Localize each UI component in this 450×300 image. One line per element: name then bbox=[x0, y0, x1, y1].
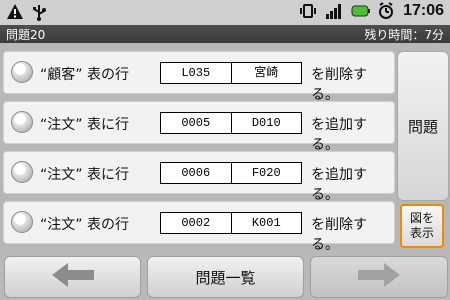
remaining-time: 残り時間：7分 bbox=[364, 28, 444, 42]
record-key: 0002 bbox=[181, 216, 211, 230]
answer-choice-4[interactable]: “注文” 表の行 0002 K001 を削除する。 bbox=[3, 201, 395, 253]
show-diagram-label-line2: 表示 bbox=[409, 226, 434, 240]
battery-icon bbox=[351, 2, 371, 20]
title-bar: 問題20 残り時間：7分 bbox=[0, 25, 450, 43]
show-diagram-label-line1: 図を bbox=[409, 211, 434, 225]
show-diagram-button[interactable]: 図を 表示 bbox=[400, 204, 444, 248]
radio-button[interactable] bbox=[11, 61, 33, 83]
warning-icon bbox=[6, 3, 24, 21]
radio-button[interactable] bbox=[11, 211, 33, 233]
question-button[interactable]: 問題 bbox=[397, 51, 449, 201]
row-record: 0006 F020 bbox=[160, 162, 302, 184]
usb-icon bbox=[30, 3, 48, 21]
choice-prefix: “注文” 表に行 bbox=[40, 167, 129, 183]
status-right-icons: 17:06 bbox=[299, 2, 444, 20]
choice-action: を追加する。 bbox=[311, 117, 367, 153]
record-key: L035 bbox=[181, 66, 211, 80]
record-value: 宮崎 bbox=[230, 63, 302, 83]
answer-choice-2[interactable]: “注文” 表に行 0005 D010 を追加する。 bbox=[3, 101, 395, 153]
choice-action: を削除する。 bbox=[311, 217, 367, 253]
radio-button[interactable] bbox=[11, 111, 33, 133]
previous-button[interactable] bbox=[4, 256, 141, 298]
choice-action: を追加する。 bbox=[311, 167, 367, 203]
radio-button[interactable] bbox=[11, 161, 33, 183]
next-button[interactable] bbox=[310, 256, 448, 298]
choice-prefix: “顧客” 表の行 bbox=[40, 67, 129, 83]
choice-prefix: “注文” 表に行 bbox=[40, 117, 129, 133]
show-diagram-label: 図を 表示 bbox=[410, 211, 434, 241]
choice-action: を削除する。 bbox=[311, 67, 367, 103]
row-record: 0005 D010 bbox=[160, 112, 302, 134]
record-value: F020 bbox=[230, 163, 302, 183]
arrow-left-icon bbox=[50, 261, 96, 293]
record-value: K001 bbox=[230, 213, 302, 233]
alarm-icon bbox=[377, 2, 395, 20]
bottom-nav: 問題一覧 bbox=[0, 250, 450, 300]
choice-prefix: “注文” 表の行 bbox=[40, 217, 129, 233]
question-button-label: 問題 bbox=[407, 117, 438, 136]
status-bar: 17:06 bbox=[0, 0, 450, 26]
answer-choice-3[interactable]: “注文” 表に行 0006 F020 を追加する。 bbox=[3, 151, 395, 203]
row-record: 0002 K001 bbox=[160, 212, 302, 234]
status-left-icons bbox=[6, 3, 48, 21]
question-list-button[interactable]: 問題一覧 bbox=[147, 256, 304, 298]
record-value: D010 bbox=[230, 113, 302, 133]
vibrate-icon bbox=[299, 2, 317, 20]
question-list-label: 問題一覧 bbox=[195, 268, 256, 287]
answer-choice-1[interactable]: “顧客” 表の行 L035 宮崎 を削除する。 bbox=[3, 51, 395, 103]
row-record: L035 宮崎 bbox=[160, 62, 302, 84]
signal-icon bbox=[325, 2, 343, 20]
status-time: 17:06 bbox=[403, 2, 444, 19]
record-key: 0006 bbox=[181, 166, 211, 180]
record-key: 0005 bbox=[181, 116, 211, 130]
arrow-right-icon bbox=[356, 261, 402, 293]
question-number: 問題20 bbox=[6, 28, 46, 42]
